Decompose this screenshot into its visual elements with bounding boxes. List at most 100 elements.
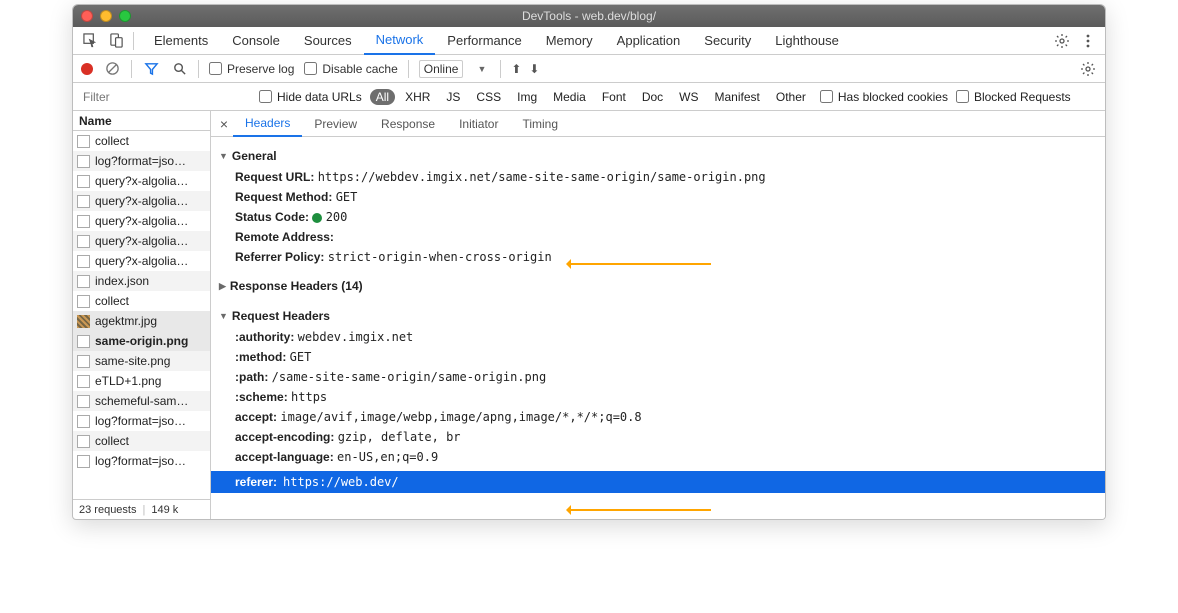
request-method-row: Request Method: GET [219,187,1097,207]
main-toolbar: Elements Console Sources Network Perform… [73,27,1105,55]
close-icon[interactable]: × [215,116,233,132]
import-export: ⬆ ⬇ [511,62,539,76]
request-row[interactable]: log?format=jso… [73,411,210,431]
response-headers-title[interactable]: ▶Response Headers (14) [219,275,1097,297]
request-row[interactable]: same-origin.png [73,331,210,351]
request-name: query?x-algolia… [95,174,188,188]
type-doc[interactable]: Doc [636,89,669,105]
type-img[interactable]: Img [511,89,543,105]
detail-tab-preview[interactable]: Preview [302,111,369,137]
request-name: query?x-algolia… [95,234,188,248]
request-url-row: Request URL: https://webdev.imgix.net/sa… [219,167,1097,187]
type-css[interactable]: CSS [470,89,507,105]
document-icon [77,215,90,228]
detail-tab-headers[interactable]: Headers [233,111,302,137]
request-row[interactable]: query?x-algolia… [73,191,210,211]
chevron-down-icon[interactable]: ▼ [473,64,490,74]
detail-tab-response[interactable]: Response [369,111,447,137]
device-icon[interactable] [107,32,125,50]
blocked-requests-checkbox[interactable]: Blocked Requests [956,90,1071,104]
filter-bar: Hide data URLs All XHR JS CSS Img Media … [73,83,1105,111]
filter-input[interactable] [81,87,251,107]
detail-body[interactable]: ▼General Request URL: https://webdev.img… [211,137,1105,519]
detail-tab-initiator[interactable]: Initiator [447,111,510,137]
request-row[interactable]: collect [73,431,210,451]
network-settings-icon[interactable] [1079,60,1097,78]
header-row: :authority: webdev.imgix.net [219,327,1097,347]
inspect-icon[interactable] [81,32,99,50]
tab-application[interactable]: Application [605,27,693,55]
tab-memory[interactable]: Memory [534,27,605,55]
name-column-header[interactable]: Name [73,111,210,131]
network-toolbar: Preserve log Disable cache Online ▼ ⬆ ⬇ [73,55,1105,83]
kebab-icon[interactable] [1079,32,1097,50]
record-icon[interactable] [81,63,93,75]
type-font[interactable]: Font [596,89,632,105]
tab-network[interactable]: Network [364,27,436,55]
request-name: collect [95,434,129,448]
request-row[interactable]: query?x-algolia… [73,251,210,271]
tab-security[interactable]: Security [692,27,763,55]
general-title[interactable]: ▼General [219,145,1097,167]
throttle-select[interactable]: Online [419,60,464,78]
search-icon[interactable] [170,60,188,78]
download-icon[interactable]: ⬇ [529,62,539,76]
request-row[interactable]: query?x-algolia… [73,211,210,231]
disable-cache-checkbox[interactable]: Disable cache [304,62,397,76]
tab-elements[interactable]: Elements [142,27,220,55]
request-row[interactable]: collect [73,291,210,311]
preserve-log-checkbox[interactable]: Preserve log [209,62,294,76]
clear-icon[interactable] [103,60,121,78]
request-row[interactable]: log?format=jso… [73,451,210,471]
request-row[interactable]: collect [73,131,210,151]
gear-icon[interactable] [1053,32,1071,50]
request-row[interactable]: index.json [73,271,210,291]
type-media[interactable]: Media [547,89,592,105]
document-icon [77,415,90,428]
status-code-row: Status Code: 200 [219,207,1097,227]
document-icon [77,235,90,248]
request-row[interactable]: schemeful-sam… [73,391,210,411]
tab-lighthouse[interactable]: Lighthouse [763,27,851,55]
hide-data-urls-checkbox[interactable]: Hide data URLs [259,90,362,104]
detail-tab-timing[interactable]: Timing [510,111,570,137]
tab-console[interactable]: Console [220,27,292,55]
type-all[interactable]: All [370,89,395,105]
request-name: collect [95,294,129,308]
preserve-log-label: Preserve log [227,62,294,76]
divider [133,32,134,50]
arrow-annotation-icon [571,263,711,265]
request-name: index.json [95,274,149,288]
request-row[interactable]: eTLD+1.png [73,371,210,391]
request-name: eTLD+1.png [95,374,161,388]
upload-icon[interactable]: ⬆ [511,62,521,76]
document-icon [77,275,90,288]
type-ws[interactable]: WS [673,89,704,105]
status-dot-icon [312,213,322,223]
tab-sources[interactable]: Sources [292,27,364,55]
has-blocked-cookies-checkbox[interactable]: Has blocked cookies [820,90,948,104]
type-js[interactable]: JS [440,89,466,105]
tab-performance[interactable]: Performance [435,27,533,55]
request-name: query?x-algolia… [95,214,188,228]
request-name: same-origin.png [95,334,188,348]
request-row[interactable]: same-site.png [73,351,210,371]
image-file-icon [77,315,90,328]
type-filters: All XHR JS CSS Img Media Font Doc WS Man… [370,89,812,105]
request-row[interactable]: agektmr.jpg [73,311,210,331]
type-other[interactable]: Other [770,89,812,105]
request-row[interactable]: log?format=jso… [73,151,210,171]
request-headers-title[interactable]: ▼Request Headers [219,305,1097,327]
filter-icon[interactable] [142,60,160,78]
request-name: same-site.png [95,354,170,368]
type-xhr[interactable]: XHR [399,89,436,105]
type-manifest[interactable]: Manifest [709,89,766,105]
request-row[interactable]: query?x-algolia… [73,231,210,251]
request-list[interactable]: collect log?format=jso… query?x-algolia… qu… [73,131,210,499]
header-row: :method: GET [219,347,1097,367]
request-row[interactable]: query?x-algolia… [73,171,210,191]
status-bar: 23 requests | 149 k [73,499,210,519]
devtools-window: DevTools - web.dev/blog/ Elements Consol… [72,4,1106,520]
request-name: collect [95,134,129,148]
request-list-pane: Name collect log?format=jso… query?x-algol… [73,111,211,519]
